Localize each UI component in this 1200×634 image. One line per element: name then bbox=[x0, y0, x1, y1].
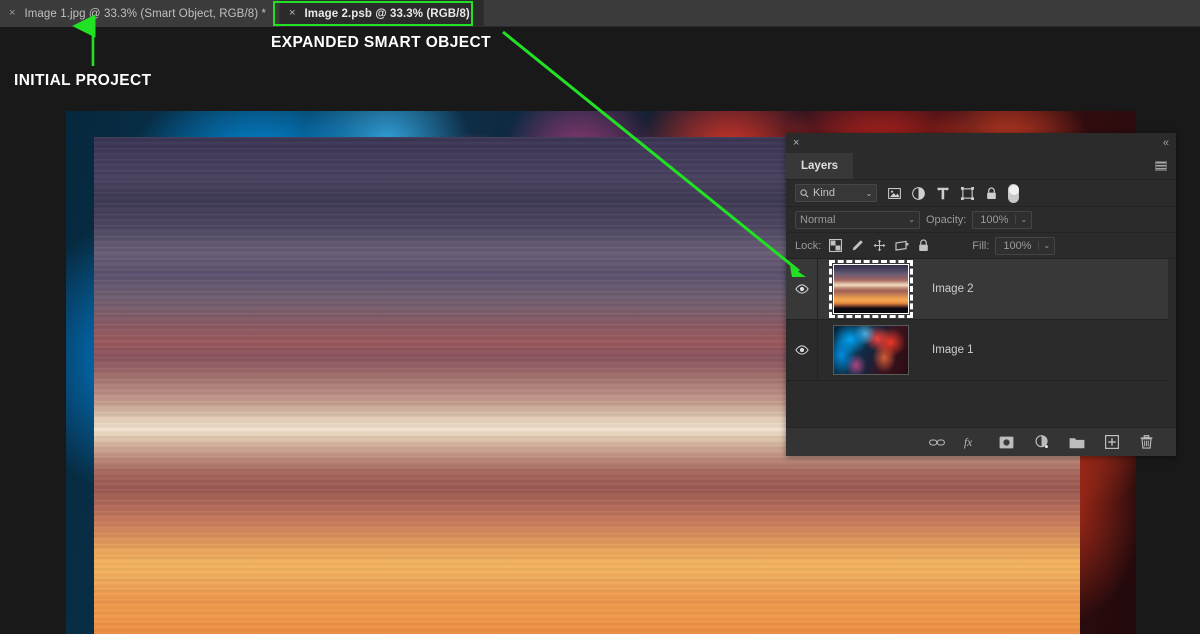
document-tab-label: Image 1.jpg @ 33.3% (Smart Object, RGB/8… bbox=[24, 7, 267, 20]
new-group-icon[interactable] bbox=[1068, 434, 1085, 451]
document-tab-bar: × Image 1.jpg @ 33.3% (Smart Object, RGB… bbox=[0, 0, 1200, 27]
search-icon bbox=[800, 188, 809, 198]
layer-name-label: Image 1 bbox=[932, 344, 974, 356]
collapse-panel-icon[interactable]: « bbox=[1163, 137, 1169, 149]
layer-visibility-toggle[interactable] bbox=[786, 259, 818, 319]
chevron-down-icon[interactable]: ⌄ bbox=[1015, 215, 1031, 224]
fill-group: Fill: 100% ⌄ bbox=[972, 236, 1056, 255]
chevron-down-icon: ⌄ bbox=[865, 188, 873, 198]
lock-image-pixels-icon[interactable] bbox=[850, 238, 865, 253]
close-icon[interactable]: × bbox=[289, 8, 296, 19]
lock-transparent-pixels-icon[interactable] bbox=[828, 238, 843, 253]
document-tab-image1[interactable]: × Image 1.jpg @ 33.3% (Smart Object, RGB… bbox=[0, 0, 281, 27]
blend-mode-value: Normal bbox=[800, 213, 836, 226]
blend-mode-row: Normal ⌄ Opacity: 100% ⌄ bbox=[786, 207, 1176, 233]
lock-position-icon[interactable] bbox=[872, 238, 887, 253]
smoke-thumbnail[interactable] bbox=[833, 325, 909, 375]
lock-artboard-nesting-icon[interactable] bbox=[894, 238, 909, 253]
layers-panel: × « Layers Kind ⌄ Normal ⌄ Opacity: 100%… bbox=[786, 133, 1176, 456]
filter-enable-toggle[interactable] bbox=[1008, 183, 1020, 203]
delete-layer-icon[interactable] bbox=[1138, 434, 1155, 451]
filter-adjustment-icon[interactable] bbox=[911, 185, 926, 202]
annotation-label-initial-project: INITIAL PROJECT bbox=[14, 72, 152, 89]
document-tab-image2[interactable]: × Image 2.psb @ 33.3% (RGB/8) bbox=[280, 0, 484, 27]
layer-style-fx-icon[interactable]: fx bbox=[963, 434, 980, 451]
svg-text:fx: fx bbox=[964, 437, 972, 449]
layer-list: Image 2 Image 1 bbox=[786, 259, 1176, 427]
filter-smart-object-icon[interactable] bbox=[984, 185, 999, 202]
lock-all-icon[interactable] bbox=[916, 238, 931, 253]
panel-titlebar: × « bbox=[786, 133, 1176, 153]
layer-filter-row: Kind ⌄ bbox=[786, 180, 1176, 207]
document-tab-label: Image 2.psb @ 33.3% (RGB/8) bbox=[304, 7, 470, 20]
layer-visibility-toggle[interactable] bbox=[786, 320, 818, 380]
filter-kind-select[interactable]: Kind ⌄ bbox=[795, 184, 878, 202]
layers-panel-bottom-bar: fx bbox=[786, 427, 1176, 456]
opacity-value: 100% bbox=[980, 213, 1009, 226]
lock-row: Lock: Fill: 100% ⌄ bbox=[786, 233, 1176, 259]
layer-row-image1[interactable]: Image 1 bbox=[786, 320, 1176, 381]
lock-label: Lock: bbox=[795, 239, 822, 252]
fill-field[interactable]: 100% ⌄ bbox=[995, 236, 1056, 255]
blend-mode-select[interactable]: Normal ⌄ bbox=[795, 210, 920, 229]
link-layers-icon[interactable] bbox=[928, 434, 945, 451]
tab-layers[interactable]: Layers bbox=[786, 153, 854, 179]
annotation-label-expanded-smart-object: EXPANDED SMART OBJECT bbox=[271, 34, 491, 51]
fill-label: Fill: bbox=[972, 239, 990, 252]
layer-thumbnail-wrap bbox=[829, 260, 913, 318]
new-adjustment-layer-icon[interactable] bbox=[1033, 434, 1050, 451]
panel-tab-row: Layers bbox=[786, 153, 1176, 180]
filter-kind-label: Kind bbox=[813, 187, 836, 199]
photoshop-window: × Image 1.jpg @ 33.3% (Smart Object, RGB… bbox=[0, 0, 1200, 634]
sunset-thumbnail[interactable] bbox=[829, 260, 913, 318]
fill-value: 100% bbox=[1003, 239, 1032, 252]
opacity-label: Opacity: bbox=[926, 213, 967, 226]
chevron-down-icon[interactable]: ⌄ bbox=[1038, 241, 1054, 250]
layer-name-label: Image 2 bbox=[932, 283, 974, 295]
filter-pixel-icon[interactable] bbox=[886, 185, 901, 202]
layer-row-image2[interactable]: Image 2 bbox=[786, 259, 1176, 320]
opacity-field[interactable]: 100% ⌄ bbox=[972, 210, 1033, 229]
new-layer-icon[interactable] bbox=[1103, 434, 1120, 451]
filter-type-icon[interactable] bbox=[935, 185, 950, 202]
add-layer-mask-icon[interactable] bbox=[998, 434, 1015, 451]
filter-shape-icon[interactable] bbox=[959, 185, 974, 202]
layer-list-scrollbar[interactable] bbox=[1168, 259, 1176, 427]
layer-thumbnail-wrap bbox=[831, 324, 911, 376]
close-icon[interactable]: × bbox=[793, 137, 799, 149]
chevron-down-icon: ⌄ bbox=[908, 215, 915, 224]
panel-menu-icon[interactable] bbox=[1155, 161, 1167, 171]
close-icon[interactable]: × bbox=[9, 8, 16, 19]
